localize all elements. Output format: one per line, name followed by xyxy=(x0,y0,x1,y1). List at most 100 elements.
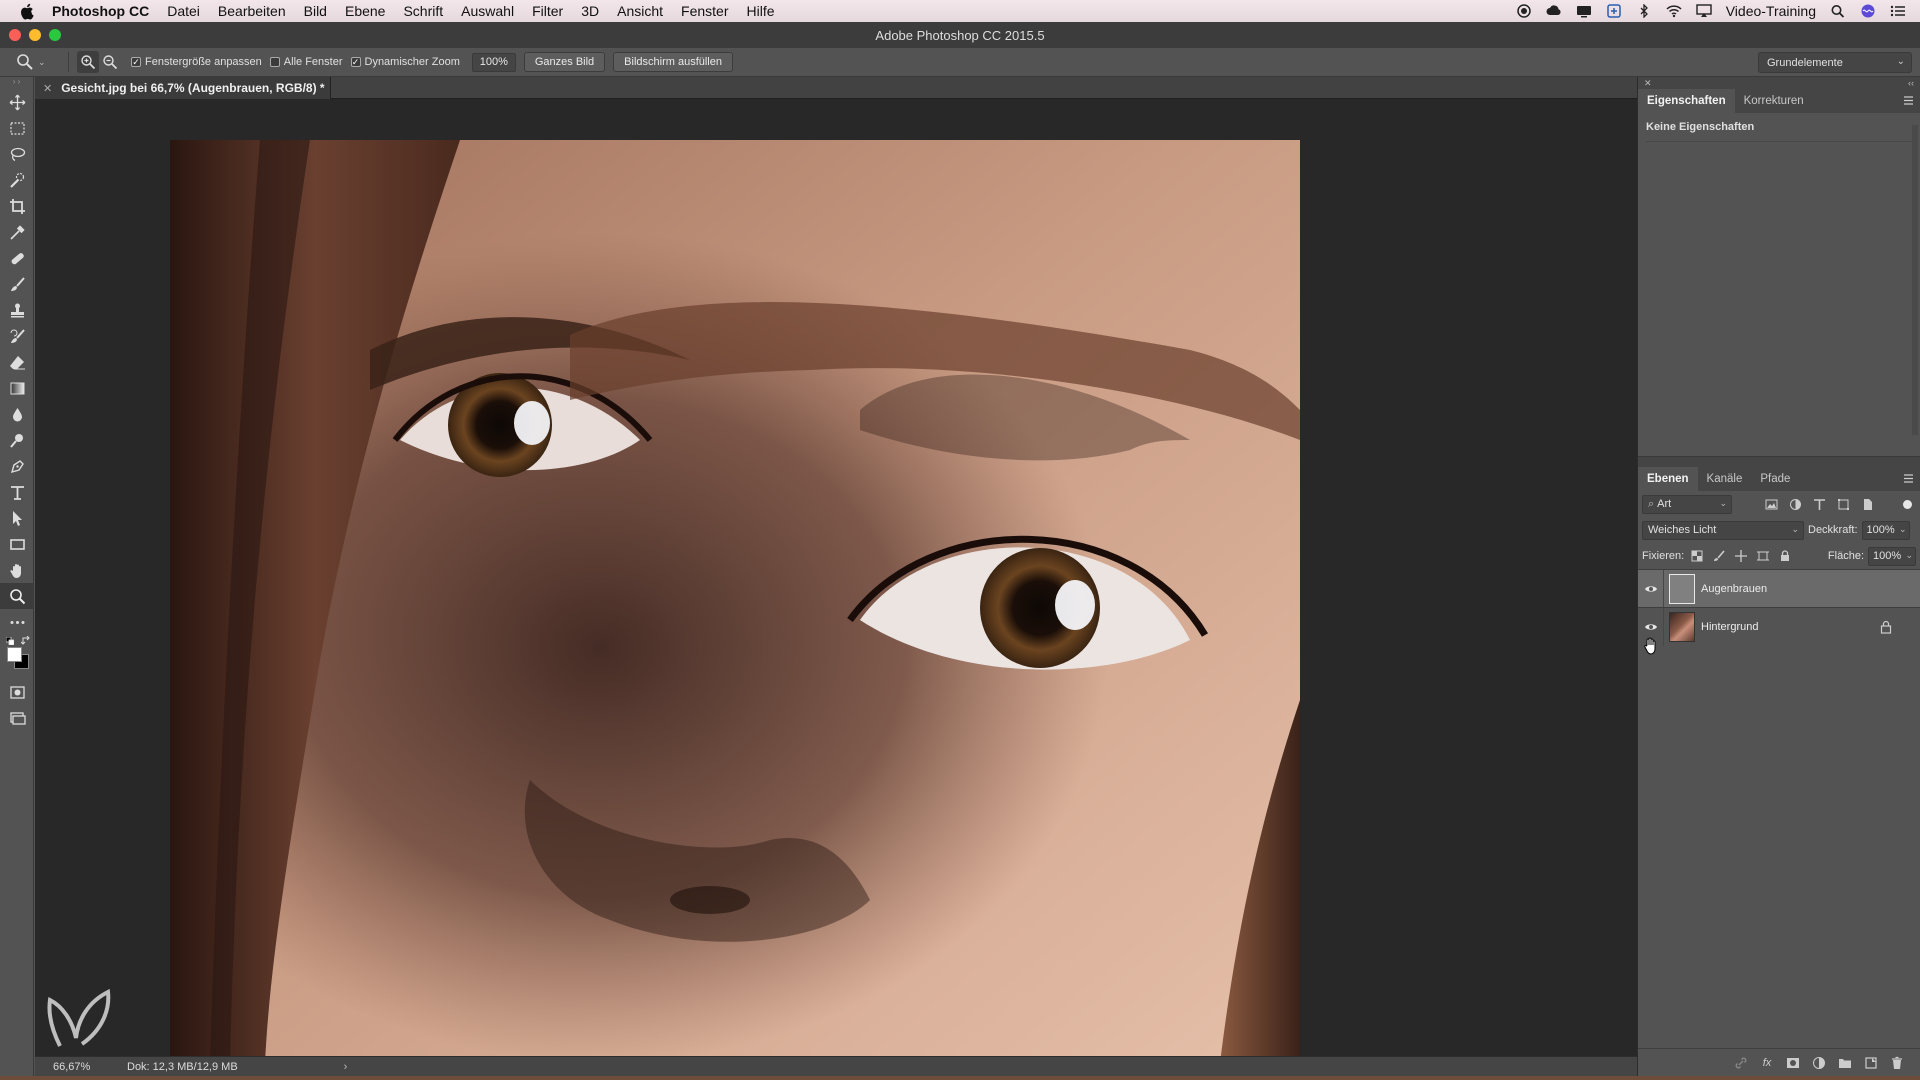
filter-type-layers-icon[interactable] xyxy=(1810,495,1828,513)
menu-bild[interactable]: Bild xyxy=(304,3,327,19)
record-icon[interactable] xyxy=(1516,4,1532,18)
new-layer-icon[interactable] xyxy=(1863,1055,1879,1071)
tool-preset-picker[interactable]: ⌄ xyxy=(16,51,60,73)
menu-bearbeiten[interactable]: Bearbeiten xyxy=(218,3,286,19)
layer-style-fx-icon[interactable]: fx xyxy=(1759,1055,1775,1071)
tab-pfade[interactable]: Pfade xyxy=(1751,467,1799,491)
zoom-tool[interactable] xyxy=(0,583,34,609)
display-icon[interactable] xyxy=(1576,4,1592,18)
quick-mask-button[interactable] xyxy=(0,679,34,705)
lock-position-icon[interactable] xyxy=(1732,547,1750,565)
stamp-tool[interactable] xyxy=(0,297,34,323)
new-adjustment-layer-icon[interactable] xyxy=(1811,1055,1827,1071)
panel-grip[interactable]: › › xyxy=(0,77,33,89)
user-name[interactable]: Video-Training xyxy=(1726,3,1816,19)
quick-selection-tool[interactable] xyxy=(0,167,34,193)
zoom-out-button[interactable] xyxy=(99,51,121,73)
filter-pixel-layers-icon[interactable] xyxy=(1762,495,1780,513)
layer-filter-select[interactable]: ⌕ Art ⌄ xyxy=(1642,494,1732,514)
checkbox-unchecked[interactable] xyxy=(269,57,280,67)
layer-name[interactable]: Hintergrund xyxy=(1701,621,1758,633)
link-layers-icon[interactable] xyxy=(1733,1055,1749,1071)
dynamic-zoom-checkbox[interactable]: ✓ Dynamischer Zoom xyxy=(350,56,460,68)
image-canvas[interactable] xyxy=(170,140,1300,1063)
screen-mode-button[interactable] xyxy=(0,705,34,731)
layer-name[interactable]: Augenbrauen xyxy=(1701,583,1767,595)
blur-tool[interactable] xyxy=(0,401,34,427)
more-tools[interactable] xyxy=(0,609,34,635)
creative-cloud-icon[interactable] xyxy=(1546,4,1562,18)
filter-adjustment-layers-icon[interactable] xyxy=(1786,495,1804,513)
zoom-in-button[interactable] xyxy=(77,51,99,73)
lock-transparent-pixels-icon[interactable] xyxy=(1688,547,1706,565)
crop-tool[interactable] xyxy=(0,193,34,219)
lock-artboard-icon[interactable] xyxy=(1754,547,1772,565)
new-group-icon[interactable] xyxy=(1837,1055,1853,1071)
menu-filter[interactable]: Filter xyxy=(532,3,563,19)
menu-hilfe[interactable]: Hilfe xyxy=(747,3,775,19)
eyedropper-tool[interactable] xyxy=(0,219,34,245)
tab-korrekturen[interactable]: Korrekturen xyxy=(1735,89,1813,113)
fit-screen-button[interactable]: Ganzes Bild xyxy=(523,52,606,72)
menu-fenster[interactable]: Fenster xyxy=(681,3,728,19)
blend-mode-select[interactable]: Weiches Licht ⌄ xyxy=(1642,520,1804,540)
marquee-tool[interactable] xyxy=(0,115,34,141)
menu-3d[interactable]: 3D xyxy=(581,3,599,19)
add-mask-icon[interactable] xyxy=(1785,1055,1801,1071)
filter-smart-objects-icon[interactable] xyxy=(1858,495,1876,513)
foreground-color-swatch[interactable] xyxy=(7,647,22,662)
zoom-level[interactable]: 66,67% xyxy=(35,1061,115,1073)
pen-tool[interactable] xyxy=(0,453,34,479)
close-tab-icon[interactable]: ✕ xyxy=(43,82,52,95)
lock-all-icon[interactable] xyxy=(1776,547,1794,565)
checkbox-checked[interactable]: ✓ xyxy=(131,57,141,67)
history-brush-tool[interactable] xyxy=(0,323,34,349)
dodge-tool[interactable] xyxy=(0,427,34,453)
tab-ebenen[interactable]: Ebenen xyxy=(1638,467,1698,491)
rectangle-tool[interactable] xyxy=(0,531,34,557)
menu-app-name[interactable]: Photoshop CC xyxy=(52,3,149,19)
layer-row-hintergrund[interactable]: Hintergrund xyxy=(1638,607,1920,646)
hand-tool[interactable] xyxy=(0,557,34,583)
menu-schrift[interactable]: Schrift xyxy=(403,3,443,19)
lock-image-pixels-icon[interactable] xyxy=(1710,547,1728,565)
panel-menu-icon[interactable] xyxy=(1903,95,1914,106)
spotlight-search-icon[interactable] xyxy=(1830,4,1846,18)
maximize-window-button[interactable] xyxy=(49,29,61,41)
wifi-icon[interactable] xyxy=(1666,4,1682,18)
eraser-tool[interactable] xyxy=(0,349,34,375)
minimize-window-button[interactable] xyxy=(29,29,41,41)
gradient-tool[interactable] xyxy=(0,375,34,401)
layer-row-augenbrauen[interactable]: Augenbrauen xyxy=(1638,569,1920,608)
lasso-tool[interactable] xyxy=(0,141,34,167)
type-tool[interactable] xyxy=(0,479,34,505)
menu-datei[interactable]: Datei xyxy=(167,3,200,19)
properties-scrollbar[interactable] xyxy=(1912,125,1918,435)
apple-icon[interactable] xyxy=(0,3,52,20)
fill-screen-button[interactable]: Bildschirm ausfüllen xyxy=(613,52,733,72)
path-selection-tool[interactable] xyxy=(0,505,34,531)
workspace-switcher[interactable]: Grundelemente ⌄ xyxy=(1758,52,1912,73)
healing-brush-tool[interactable] xyxy=(0,245,34,271)
document-tab[interactable]: ✕ Gesicht.jpg bei 66,7% (Augenbrauen, RG… xyxy=(35,77,331,99)
fill-field[interactable]: 100% ⌄ xyxy=(1868,546,1916,566)
close-window-button[interactable] xyxy=(9,29,21,41)
visibility-toggle[interactable] xyxy=(1638,569,1664,608)
collapse-panels-icon[interactable]: ‹‹ xyxy=(1908,78,1914,88)
menu-ebene[interactable]: Ebene xyxy=(345,3,385,19)
menu-ansicht[interactable]: Ansicht xyxy=(617,3,663,19)
delete-layer-icon[interactable] xyxy=(1889,1055,1905,1071)
filter-shape-layers-icon[interactable] xyxy=(1834,495,1852,513)
siri-icon[interactable] xyxy=(1860,4,1876,18)
zoom-value-field[interactable]: 100% xyxy=(471,52,516,72)
tab-eigenschaften[interactable]: Eigenschaften xyxy=(1638,89,1735,113)
move-tool[interactable] xyxy=(0,89,34,115)
close-panel-icon[interactable]: ✕ xyxy=(1644,78,1652,89)
default-colors-icon[interactable] xyxy=(6,637,14,645)
filter-toggle[interactable] xyxy=(1903,499,1912,509)
opacity-field[interactable]: 100% ⌄ xyxy=(1861,520,1910,540)
notification-center-icon[interactable] xyxy=(1890,4,1906,18)
all-windows-checkbox[interactable]: Alle Fenster xyxy=(269,56,343,68)
swap-colors-icon[interactable] xyxy=(21,636,31,646)
panel-menu-icon[interactable] xyxy=(1903,473,1914,484)
